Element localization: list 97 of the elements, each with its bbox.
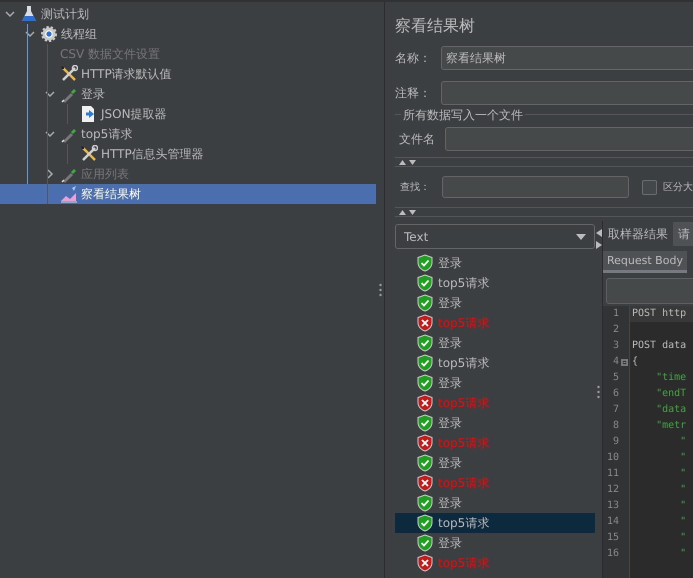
tab[interactable]: 请 — [673, 222, 693, 246]
shield-cross-icon — [417, 314, 433, 332]
field-label: 文件名 — [399, 130, 436, 148]
line-number: 13 — [606, 499, 619, 513]
shield-check-icon — [417, 414, 433, 432]
right-arrow-icon — [596, 241, 602, 249]
code-line: "metr — [655, 419, 688, 433]
checkbox[interactable] — [642, 180, 657, 194]
caret-icon — [576, 234, 586, 240]
line-number: 8 — [612, 419, 619, 433]
result-item[interactable]: top5请求 — [395, 513, 595, 533]
code-line: " — [679, 531, 688, 545]
line-number: 2 — [612, 323, 619, 337]
filename-field[interactable] — [445, 127, 693, 151]
result-item[interactable]: 登录 — [395, 293, 595, 313]
tree-item[interactable]: 测试计划 — [0, 4, 376, 24]
line-number: 10 — [606, 451, 619, 465]
code-line: " — [679, 547, 688, 561]
caret-icon — [45, 169, 55, 179]
code-line: POST data — [631, 339, 688, 353]
code-line: " — [679, 483, 688, 497]
name-field[interactable]: 察看结果树 — [441, 46, 693, 70]
code-line: " — [679, 467, 688, 481]
code-line: "endT — [655, 387, 688, 401]
result-item[interactable]: 登录 — [395, 373, 595, 393]
tree-item[interactable]: HTTP请求默认值 — [0, 64, 376, 84]
line-number: 5 — [612, 371, 619, 385]
flask-icon — [20, 5, 38, 23]
renderer-dropdown[interactable]: Text — [395, 224, 595, 249]
shield-check-icon — [417, 514, 433, 532]
fold-icon — [621, 358, 628, 366]
line-number: 16 — [606, 547, 619, 561]
line-number: 9 — [612, 435, 619, 449]
code-line: "time — [655, 371, 688, 385]
line-number: 11 — [606, 467, 619, 481]
result-item[interactable]: 登录 — [395, 253, 595, 273]
left-arrow-icon — [596, 229, 602, 237]
result-item[interactable]: 登录 — [395, 333, 595, 353]
shield-check-icon — [417, 354, 433, 372]
code-line: { — [631, 355, 640, 369]
result-item[interactable]: 登录 — [395, 533, 595, 553]
shield-cross-icon — [417, 434, 433, 452]
tree-item[interactable]: HTTP信息头管理器 — [0, 144, 376, 164]
tree-item[interactable]: 线程组 — [0, 24, 376, 44]
code-line: " — [679, 515, 688, 529]
shield-check-icon — [417, 454, 433, 472]
caret-icon — [45, 129, 55, 139]
result-item[interactable]: top5请求 — [395, 353, 595, 373]
search-label: 查找： — [399, 180, 431, 194]
result-item[interactable]: 登录 — [395, 453, 595, 473]
tree-item[interactable]: JSON提取器 — [0, 104, 376, 124]
search-field[interactable] — [606, 278, 693, 304]
grip-icon — [597, 385, 600, 399]
result-item[interactable]: top5请求 — [395, 273, 595, 293]
code-line: "data — [655, 403, 688, 417]
shield-check-icon — [417, 254, 433, 272]
split-arrows-icon — [399, 159, 417, 165]
line-number: 12 — [606, 483, 619, 497]
result-item[interactable]: 登录 — [395, 493, 595, 513]
code-line: " — [679, 499, 688, 513]
line-number: 14 — [606, 515, 619, 529]
code-line: " — [679, 451, 688, 465]
shield-cross-icon — [417, 554, 433, 572]
shield-cross-icon — [417, 394, 433, 412]
tree-item[interactable]: top5请求 — [0, 124, 376, 144]
shield-check-icon — [417, 494, 433, 512]
line-number: 1 — [612, 307, 619, 321]
line-number: 4 — [612, 355, 619, 369]
line-number: 7 — [612, 403, 619, 417]
tools-icon — [80, 145, 98, 163]
group-title: 所有数据写入一个文件 — [401, 107, 525, 123]
tools-icon — [60, 65, 78, 83]
line-number: 15 — [606, 531, 619, 545]
panel-title: 察看结果树 — [395, 16, 476, 37]
line-number: 3 — [612, 339, 619, 353]
search-field[interactable] — [442, 176, 630, 198]
shield-check-icon — [417, 374, 433, 392]
shield-check-icon — [417, 534, 433, 552]
field-label: 注释： — [395, 84, 432, 102]
caret-icon — [45, 89, 55, 99]
result-item[interactable]: 登录 — [395, 413, 595, 433]
shield-check-icon — [417, 274, 433, 292]
tree-item[interactable]: 察看结果树 — [0, 184, 376, 204]
field-label: 名称： — [395, 50, 432, 66]
checkbox-label: 区分大 — [663, 180, 693, 194]
gear-icon — [40, 25, 58, 43]
tab[interactable]: Request Body — [603, 251, 687, 273]
shield-check-icon — [417, 294, 433, 312]
split-arrows-icon — [399, 209, 417, 215]
chart-icon — [60, 185, 78, 203]
code-line: " — [679, 435, 688, 449]
line-number: 6 — [612, 387, 619, 401]
shield-check-icon — [417, 334, 433, 352]
comment-field[interactable] — [441, 81, 693, 105]
tree-item[interactable]: 登录 — [0, 84, 376, 104]
shield-cross-icon — [417, 474, 433, 492]
grip-icon — [378, 283, 382, 297]
